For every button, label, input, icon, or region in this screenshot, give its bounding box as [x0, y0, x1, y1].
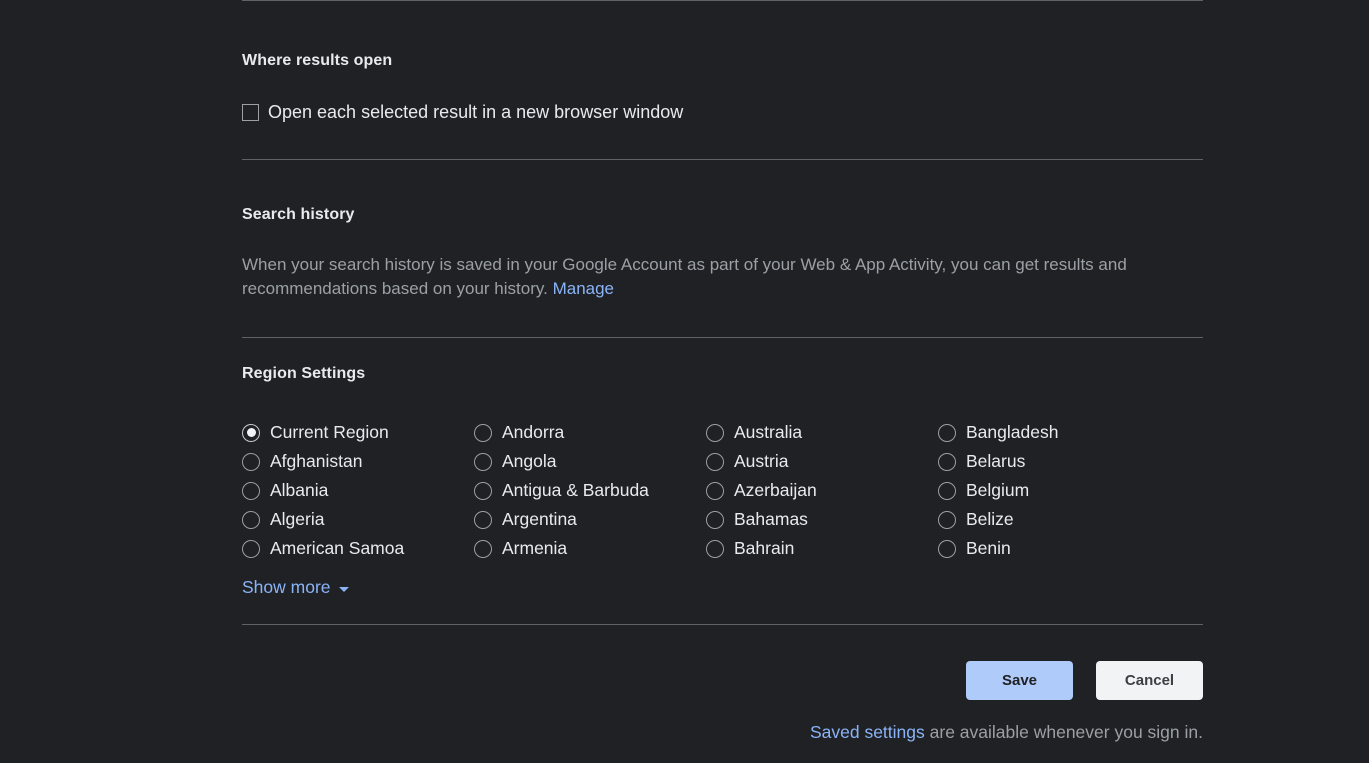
saved-settings-note: Saved settings are available whenever yo…: [810, 722, 1203, 743]
region-option[interactable]: Austria: [706, 447, 938, 476]
region-option-label[interactable]: Argentina: [502, 509, 577, 530]
region-option-label[interactable]: Armenia: [502, 538, 567, 559]
search-history-description-text: When your search history is saved in you…: [242, 255, 1127, 298]
region-option-label[interactable]: Azerbaijan: [734, 480, 817, 501]
region-column: Bangladesh Belarus Belgium Belize Benin: [938, 418, 1170, 563]
region-option-label[interactable]: Austria: [734, 451, 788, 472]
radio-button-icon[interactable]: [242, 424, 260, 442]
radio-button-icon[interactable]: [706, 511, 724, 529]
region-option-label[interactable]: Bahrain: [734, 538, 794, 559]
region-option-label[interactable]: American Samoa: [270, 538, 404, 559]
divider-after-region-settings: [242, 624, 1203, 625]
region-option-label[interactable]: Antigua & Barbuda: [502, 480, 649, 501]
region-option[interactable]: Armenia: [474, 534, 706, 563]
region-option-label[interactable]: Australia: [734, 422, 802, 443]
region-option-label[interactable]: Benin: [966, 538, 1011, 559]
radio-button-icon[interactable]: [242, 453, 260, 471]
region-option[interactable]: Antigua & Barbuda: [474, 476, 706, 505]
region-option[interactable]: Australia: [706, 418, 938, 447]
radio-button-icon[interactable]: [706, 424, 724, 442]
region-option-label[interactable]: Belize: [966, 509, 1014, 530]
radio-button-icon[interactable]: [474, 424, 492, 442]
region-option[interactable]: Albania: [242, 476, 474, 505]
open-in-new-window-checkbox[interactable]: [242, 104, 259, 121]
region-option-label[interactable]: Belarus: [966, 451, 1025, 472]
radio-button-icon[interactable]: [938, 511, 956, 529]
region-option[interactable]: Andorra: [474, 418, 706, 447]
cancel-button[interactable]: Cancel: [1096, 661, 1203, 700]
radio-button-icon[interactable]: [474, 453, 492, 471]
radio-button-icon[interactable]: [938, 453, 956, 471]
region-radio-grid: Current Region Afghanistan Albania Algeria A…: [242, 418, 1203, 563]
footer-row: Saved settings are available whenever yo…: [242, 722, 1203, 743]
radio-button-icon[interactable]: [706, 453, 724, 471]
saved-settings-note-text: are available whenever you sign in.: [925, 722, 1203, 742]
region-option[interactable]: Afghanistan: [242, 447, 474, 476]
radio-button-icon[interactable]: [706, 482, 724, 500]
where-results-open-title: Where results open: [242, 52, 1203, 70]
region-option[interactable]: Bangladesh: [938, 418, 1170, 447]
search-history-section: Search history When your search history …: [242, 160, 1203, 301]
region-column: Australia Austria Azerbaijan Bahamas Bahrain: [706, 418, 938, 563]
region-option[interactable]: Algeria: [242, 505, 474, 534]
search-history-description: When your search history is saved in you…: [242, 253, 1172, 301]
region-option-label[interactable]: Angola: [502, 451, 557, 472]
region-option[interactable]: Angola: [474, 447, 706, 476]
region-option[interactable]: American Samoa: [242, 534, 474, 563]
region-option[interactable]: Belize: [938, 505, 1170, 534]
region-option[interactable]: Benin: [938, 534, 1170, 563]
manage-link[interactable]: Manage: [553, 279, 614, 298]
settings-content: Where results open Open each selected re…: [242, 0, 1203, 743]
region-option-label[interactable]: Current Region: [270, 422, 389, 443]
save-button[interactable]: Save: [966, 661, 1073, 700]
region-option-label[interactable]: Belgium: [966, 480, 1029, 501]
radio-button-icon[interactable]: [242, 540, 260, 558]
open-in-new-window-row[interactable]: Open each selected result in a new brows…: [242, 102, 1203, 123]
open-in-new-window-label[interactable]: Open each selected result in a new brows…: [268, 102, 683, 123]
region-option-label[interactable]: Bangladesh: [966, 422, 1058, 443]
region-column: Current Region Afghanistan Albania Algeria A…: [242, 418, 474, 563]
radio-button-icon[interactable]: [242, 482, 260, 500]
region-option[interactable]: Bahrain: [706, 534, 938, 563]
region-option[interactable]: Bahamas: [706, 505, 938, 534]
region-settings-title: Region Settings: [242, 365, 1203, 383]
region-option[interactable]: Current Region: [242, 418, 474, 447]
radio-button-icon[interactable]: [706, 540, 724, 558]
action-button-row: Save Cancel: [242, 661, 1203, 700]
region-option-label[interactable]: Algeria: [270, 509, 324, 530]
region-option[interactable]: Argentina: [474, 505, 706, 534]
where-results-open-section: Where results open Open each selected re…: [242, 1, 1203, 123]
radio-button-icon[interactable]: [938, 424, 956, 442]
region-option-label[interactable]: Bahamas: [734, 509, 808, 530]
radio-button-icon[interactable]: [474, 482, 492, 500]
region-option-label[interactable]: Albania: [270, 480, 328, 501]
search-history-title: Search history: [242, 206, 1203, 224]
region-option[interactable]: Belarus: [938, 447, 1170, 476]
radio-button-icon[interactable]: [474, 540, 492, 558]
radio-button-icon[interactable]: [474, 511, 492, 529]
region-option[interactable]: Belgium: [938, 476, 1170, 505]
radio-button-icon[interactable]: [938, 482, 956, 500]
chevron-down-icon[interactable]: [339, 587, 349, 592]
region-settings-section: Region Settings Current Region Afghanista…: [242, 338, 1203, 598]
show-more-button[interactable]: Show more: [242, 577, 349, 598]
radio-button-icon[interactable]: [938, 540, 956, 558]
settings-page: Where results open Open each selected re…: [0, 0, 1369, 763]
region-option-label[interactable]: Andorra: [502, 422, 564, 443]
region-option[interactable]: Azerbaijan: [706, 476, 938, 505]
radio-button-icon[interactable]: [242, 511, 260, 529]
show-more-label[interactable]: Show more: [242, 577, 331, 598]
region-column: Andorra Angola Antigua & Barbuda Argentina A…: [474, 418, 706, 563]
region-option-label[interactable]: Afghanistan: [270, 451, 362, 472]
saved-settings-link[interactable]: Saved settings: [810, 722, 925, 742]
